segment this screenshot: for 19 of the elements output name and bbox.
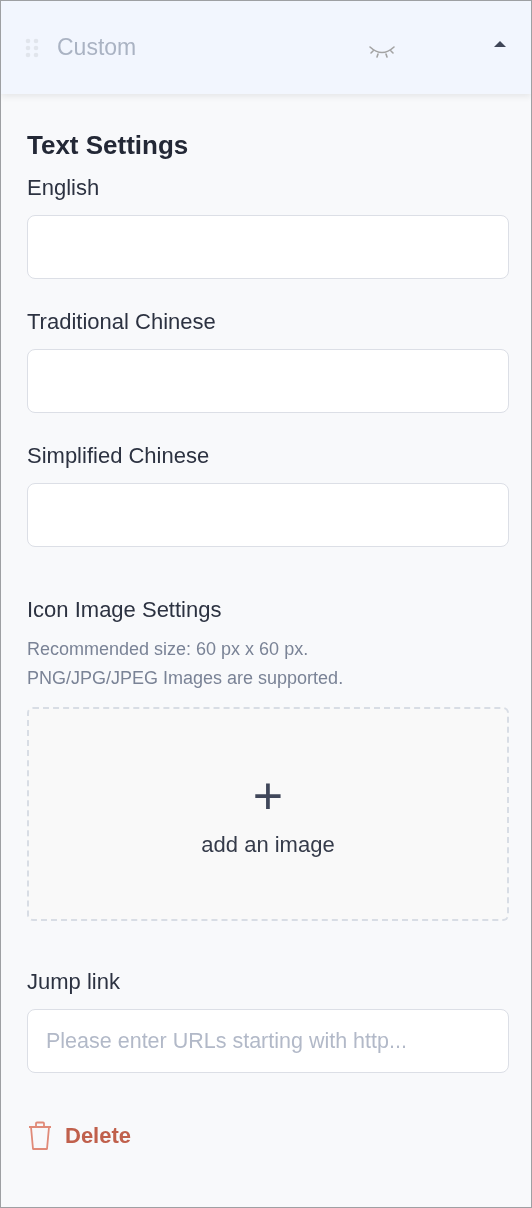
header-title: Custom: [57, 34, 137, 61]
text-input-field[interactable]: [27, 215, 509, 279]
url-input-field[interactable]: Please enter URLs starting with http...: [27, 1009, 509, 1073]
caret-icon[interactable]: [493, 39, 507, 48]
field-label: Icon Image Settings: [27, 597, 223, 623]
text-input-field[interactable]: [27, 483, 509, 547]
closed-eye-icon[interactable]: [367, 43, 397, 60]
hint-text: Recommended size: 60 px x 60 px.: [27, 638, 310, 661]
trash-icon: [27, 1121, 53, 1151]
image-upload-area[interactable]: + add an image: [27, 707, 509, 921]
section-title: Text Settings: [27, 130, 190, 161]
hint-text: PNG/JPG/JPEG Images are supported.: [27, 667, 345, 690]
plus-icon: +: [252, 770, 284, 822]
field-label: English: [27, 175, 101, 201]
field-label: Jump link: [27, 969, 121, 995]
text-input-field[interactable]: [27, 349, 509, 413]
delete-button[interactable]: Delete: [27, 1121, 132, 1151]
field-label: Simplified Chinese: [27, 443, 211, 469]
field-label: Traditional Chinese: [27, 309, 217, 335]
